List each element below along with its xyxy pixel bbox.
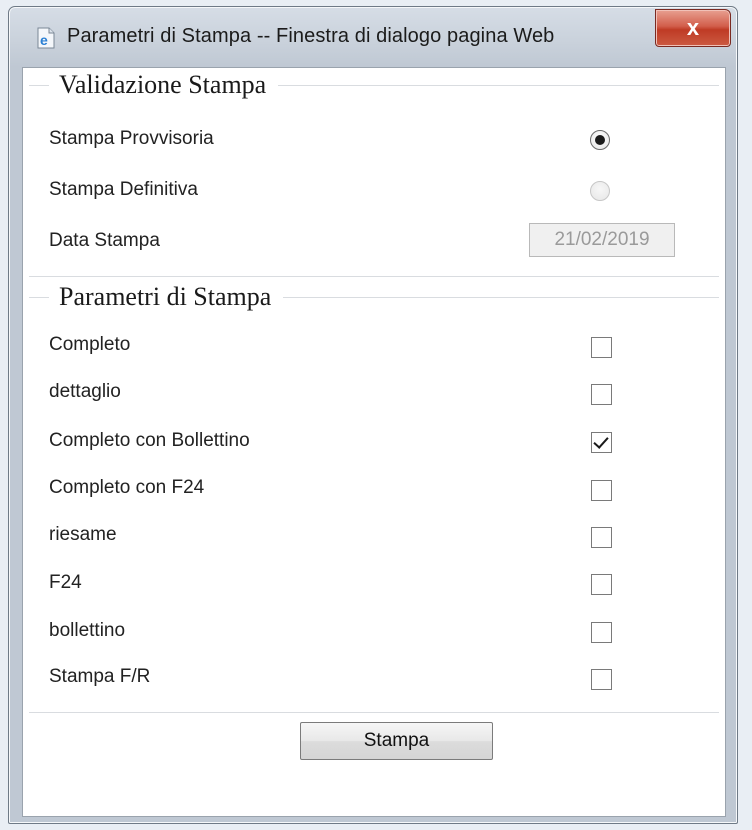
option-dettaglio-checkbox[interactable] [591, 384, 612, 405]
option-riesame-checkbox[interactable] [591, 527, 612, 548]
option-completo-checkbox[interactable] [591, 337, 612, 358]
option-bollettino-checkbox[interactable] [591, 622, 612, 643]
ie-page-icon: e [37, 27, 55, 49]
stampa-definitiva-radio[interactable] [590, 181, 610, 201]
dialog-content: Validazione Stampa Stampa Provvisoria St… [22, 67, 726, 817]
validazione-fieldset: Validazione Stampa [23, 68, 725, 102]
section-divider [29, 276, 719, 277]
option-dettaglio-label: dettaglio [49, 381, 121, 402]
close-icon: x [686, 15, 700, 40]
svg-text:e: e [40, 32, 48, 48]
section-divider [29, 712, 719, 713]
option-f24-checkbox[interactable] [591, 574, 612, 595]
window-title: Parametri di Stampa -- Finestra di dialo… [67, 25, 555, 47]
stampa-definitiva-label: Stampa Definitiva [49, 179, 198, 200]
option-completo-f24-label: Completo con F24 [49, 477, 205, 498]
option-bollettino-label: bollettino [49, 620, 126, 641]
option-completo-f24-checkbox[interactable] [591, 480, 612, 501]
close-button[interactable]: x [655, 9, 731, 47]
data-stampa-label: Data Stampa [49, 230, 160, 251]
stampa-provvisoria-radio[interactable] [590, 130, 610, 150]
option-completo-bollettino-checkbox[interactable] [591, 432, 612, 453]
dialog-window: e Parametri di Stampa -- Finestra di dia… [8, 6, 738, 824]
title-bar[interactable]: e Parametri di Stampa -- Finestra di dia… [9, 7, 737, 67]
option-completo-bollettino-label: Completo con Bollettino [49, 430, 250, 451]
option-stampa-fr-checkbox[interactable] [591, 669, 612, 690]
data-stampa-field[interactable]: 21/02/2019 [529, 223, 675, 257]
option-riesame-label: riesame [49, 524, 117, 545]
option-f24-label: F24 [49, 572, 82, 593]
parametri-legend: Parametri di Stampa [49, 282, 284, 312]
validazione-legend: Validazione Stampa [49, 70, 279, 100]
parametri-fieldset: Parametri di Stampa [23, 280, 725, 314]
stampa-provvisoria-label: Stampa Provvisoria [49, 128, 214, 149]
option-completo-label: Completo [49, 334, 131, 355]
option-stampa-fr-label: Stampa F/R [49, 666, 151, 687]
stampa-button[interactable]: Stampa [300, 722, 493, 760]
